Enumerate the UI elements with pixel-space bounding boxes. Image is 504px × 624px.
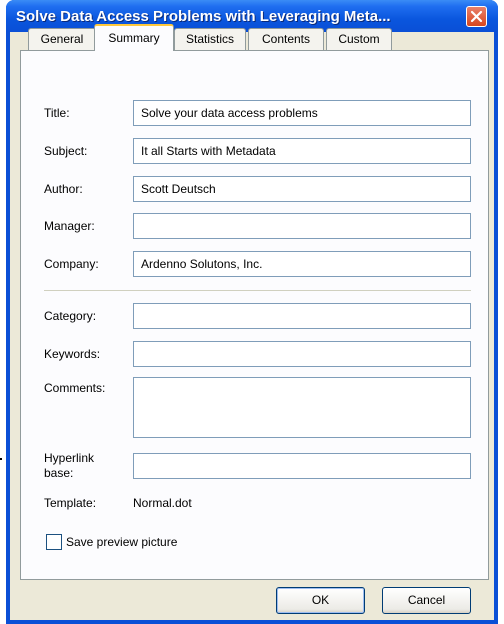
manager-field[interactable] <box>133 213 471 239</box>
title-field[interactable]: Solve your data access problems <box>133 100 471 126</box>
stray-mark <box>0 458 2 460</box>
separator <box>44 290 471 291</box>
title-label: Title: <box>44 106 70 120</box>
close-button[interactable] <box>466 6 487 27</box>
save-preview-checkbox[interactable] <box>46 534 62 550</box>
window-title: Solve Data Access Problems with Leveragi… <box>16 8 391 25</box>
tab-general[interactable]: General <box>28 28 96 50</box>
template-value: Normal.dot <box>133 496 192 510</box>
company-field[interactable]: Ardenno Solutons, Inc. <box>133 251 471 277</box>
tab-statistics[interactable]: Statistics <box>174 28 246 50</box>
save-preview-label[interactable]: Save preview picture <box>66 535 177 550</box>
template-label: Template: <box>44 496 97 510</box>
tab-contents[interactable]: Contents <box>248 28 324 50</box>
keywords-label: Keywords: <box>44 347 101 361</box>
author-label: Author: <box>44 182 83 196</box>
cancel-button[interactable]: Cancel <box>382 587 471 614</box>
comments-field[interactable] <box>133 377 471 438</box>
keywords-field[interactable] <box>133 341 471 367</box>
hyperlink-base-field[interactable] <box>133 453 471 479</box>
hyperlink-label-line1: Hyperlink <box>44 451 95 465</box>
ok-button[interactable]: OK <box>276 587 365 614</box>
category-label: Category: <box>44 309 97 323</box>
author-field[interactable]: Scott Deutsch <box>133 176 471 202</box>
manager-label: Manager: <box>44 219 95 233</box>
tab-custom[interactable]: Custom <box>326 28 392 50</box>
comments-label: Comments: <box>44 381 106 395</box>
subject-label: Subject: <box>44 144 88 158</box>
hyperlink-label-line2: base: <box>44 466 74 480</box>
close-icon <box>470 10 483 23</box>
tab-summary[interactable]: Summary <box>94 24 174 51</box>
subject-field[interactable]: It all Starts with Metadata <box>133 138 471 164</box>
company-label: Company: <box>44 257 99 271</box>
category-field[interactable] <box>133 303 471 329</box>
